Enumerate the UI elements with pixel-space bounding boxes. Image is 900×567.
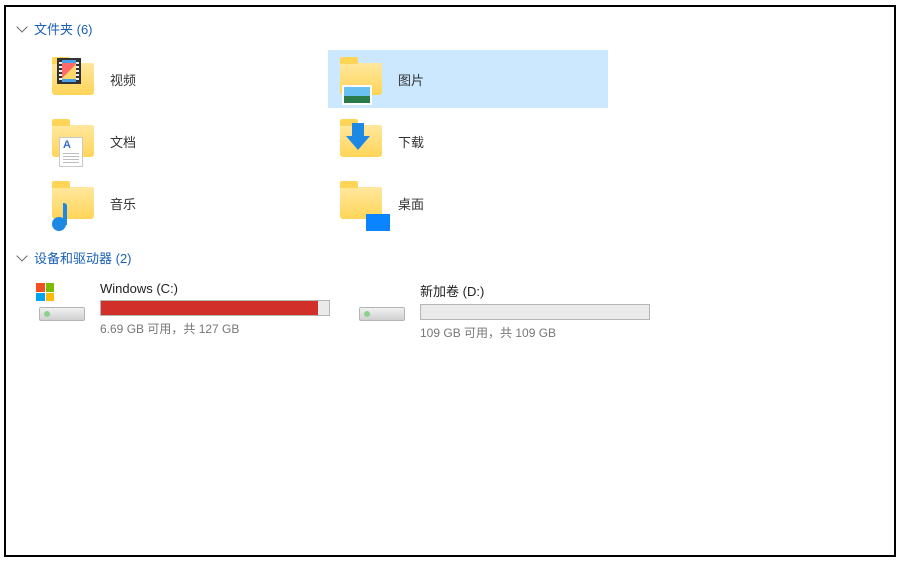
drives-group-header[interactable]: 设备和驱动器 (2) <box>10 244 890 271</box>
drive-stats: 6.69 GB 可用，共 127 GB <box>100 320 338 337</box>
folder-label: 视频 <box>110 70 136 89</box>
music-folder-icon <box>48 179 98 227</box>
windows-logo-icon <box>36 283 54 301</box>
capacity-bar <box>100 300 330 316</box>
drive-info: 新加卷 (D:) 109 GB 可用，共 109 GB <box>420 281 658 341</box>
folder-item-videos[interactable]: 视频 <box>40 50 320 108</box>
folders-group-header[interactable]: 文件夹 (6) <box>10 15 890 42</box>
drive-item-c[interactable]: Windows (C:) 6.69 GB 可用，共 127 GB <box>26 277 346 345</box>
folders-group-label: 文件夹 (6) <box>34 19 93 38</box>
folder-label: 下载 <box>398 132 424 151</box>
chevron-down-icon <box>16 250 27 261</box>
videos-folder-icon <box>48 55 98 103</box>
folder-label: 图片 <box>398 70 424 89</box>
downloads-folder-icon <box>336 117 386 165</box>
capacity-bar <box>420 304 650 320</box>
drive-name: Windows (C:) <box>100 281 338 296</box>
folder-item-music[interactable]: 音乐 <box>40 174 320 232</box>
folders-grid: 视频 图片 文档 下载 <box>10 42 890 244</box>
drive-name: 新加卷 (D:) <box>420 281 658 300</box>
folder-item-documents[interactable]: 文档 <box>40 112 320 170</box>
folder-item-downloads[interactable]: 下载 <box>328 112 608 170</box>
drive-stats: 109 GB 可用，共 109 GB <box>420 324 658 341</box>
folder-label: 音乐 <box>110 194 136 213</box>
drive-icon <box>34 281 90 325</box>
desktop-folder-icon <box>336 179 386 227</box>
drive-icon <box>354 281 410 325</box>
folder-label: 文档 <box>110 132 136 151</box>
chevron-down-icon <box>16 21 27 32</box>
folder-item-pictures[interactable]: 图片 <box>328 50 608 108</box>
this-pc-content-area: 文件夹 (6) 视频 图片 文档 <box>4 5 896 557</box>
folder-item-desktop[interactable]: 桌面 <box>328 174 608 232</box>
folder-label: 桌面 <box>398 194 424 213</box>
drive-info: Windows (C:) 6.69 GB 可用，共 127 GB <box>100 281 338 337</box>
drives-group-label: 设备和驱动器 (2) <box>34 248 132 267</box>
pictures-folder-icon <box>336 55 386 103</box>
documents-folder-icon <box>48 117 98 165</box>
drives-grid: Windows (C:) 6.69 GB 可用，共 127 GB 新加卷 (D:… <box>10 271 890 345</box>
drive-item-d[interactable]: 新加卷 (D:) 109 GB 可用，共 109 GB <box>346 277 666 345</box>
